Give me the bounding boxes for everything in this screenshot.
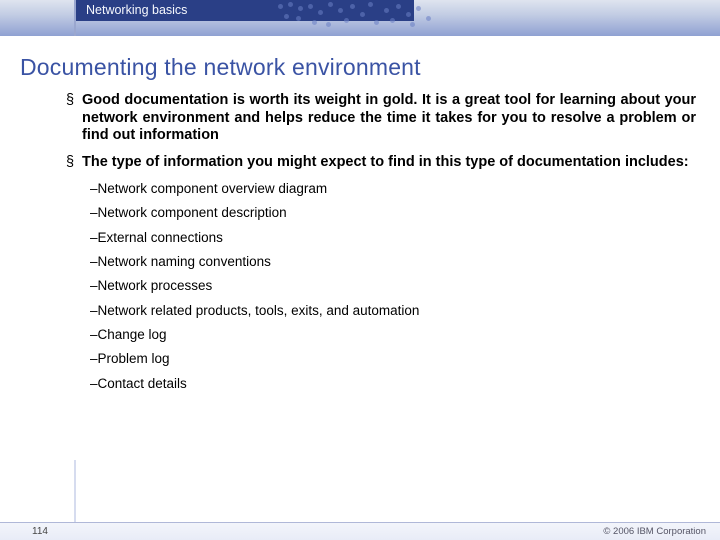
list-item: –Problem log [90, 351, 696, 368]
list-item: –Network processes [90, 278, 696, 295]
list-item: –Contact details [90, 376, 696, 393]
list-item: –Change log [90, 327, 696, 344]
header-divider [74, 0, 76, 36]
list-item: –Network naming conventions [90, 254, 696, 271]
breadcrumb: Networking basics [86, 3, 187, 17]
bullet-item: The type of information you might expect… [66, 154, 696, 172]
page-title: Documenting the network environment [20, 54, 421, 81]
sub-list: –Network component overview diagram –Net… [90, 181, 696, 393]
header-band: Networking basics [0, 0, 720, 36]
list-item: –Network related products, tools, exits,… [90, 303, 696, 320]
body-content: Good documentation is worth its weight i… [66, 92, 696, 400]
list-item: –Network component description [90, 205, 696, 222]
page-number: 114 [32, 526, 48, 537]
slide: Networking basics Documenting the networ… [0, 0, 720, 540]
list-item: –External connections [90, 230, 696, 247]
bullet-item: Good documentation is worth its weight i… [66, 92, 696, 145]
list-item: –Network component overview diagram [90, 181, 696, 198]
copyright: © 2006 IBM Corporation [603, 526, 706, 537]
